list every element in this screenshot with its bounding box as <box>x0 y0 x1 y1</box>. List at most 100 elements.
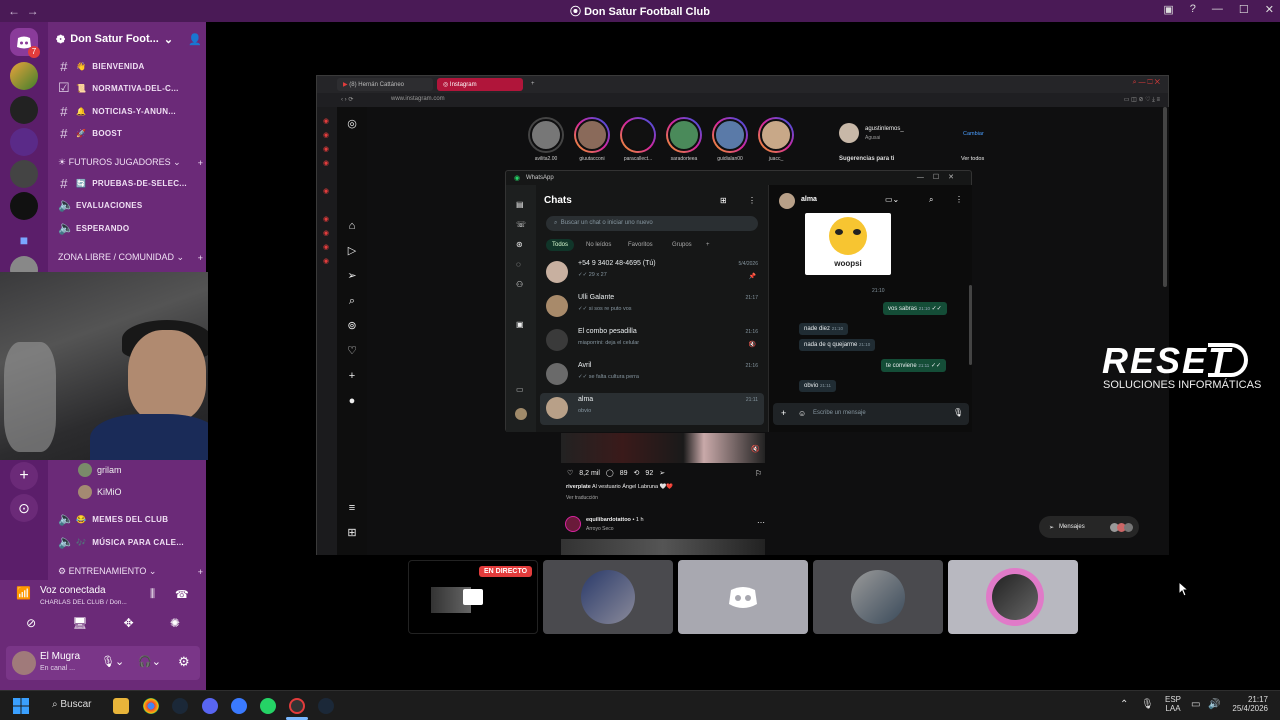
chat-item-active[interactable]: alma obvio 21:11 <box>540 393 764 425</box>
settings-icon[interactable]: ⚙ <box>178 654 190 670</box>
story[interactable]: saradorteea <box>665 117 703 162</box>
more-icon[interactable]: ⊞ <box>346 527 358 539</box>
participant-tile[interactable] <box>678 560 808 634</box>
app-icon[interactable] <box>231 698 247 714</box>
filter-favorites[interactable]: Favoritos <box>622 239 659 251</box>
avatar[interactable] <box>839 123 859 143</box>
participant-tile-stream[interactable]: EN DIRECTO <box>408 560 538 634</box>
help-icon[interactable]: ? <box>1190 3 1196 16</box>
filter-all[interactable]: Todos <box>546 239 575 251</box>
whatsapp-nav-icons[interactable]: ▤ ☏ ⊛ ◌ ⚇ ▣ <box>516 195 526 335</box>
chrome-icon[interactable] <box>143 698 159 714</box>
story[interactable]: paracallect... <box>619 117 657 162</box>
language-indicator[interactable]: ESP LAA <box>1165 695 1181 713</box>
whatsapp-icon[interactable] <box>260 698 276 714</box>
headphones-icon[interactable]: 🎧⌄ <box>138 655 161 668</box>
chat-item[interactable]: +54 9 3402 48-4695 (Tú) ✓✓ 29 x 27 5/4/202… <box>540 257 764 289</box>
instagram-logo-icon[interactable]: ◎ <box>346 118 358 130</box>
server-icon[interactable] <box>10 96 38 124</box>
close-button[interactable]: ✕ <box>1265 3 1274 16</box>
voice-user[interactable]: grilam <box>78 463 122 477</box>
channel-noticias[interactable]: # 🔔 NOTICIAS-Y-ANUN... <box>58 103 203 119</box>
chat-item[interactable]: Ulli Galante ✓✓ si sos re puto vos 21:17 <box>540 291 764 323</box>
mic-icon[interactable]: 🎙⌄ <box>101 655 124 668</box>
menu-icon[interactable]: ⋮ <box>955 195 963 204</box>
minimize-button[interactable]: — <box>1212 3 1223 16</box>
add-filter-icon[interactable]: + <box>700 239 716 251</box>
post-author[interactable]: equilibardotattoo • 1 h <box>586 517 644 523</box>
folder-icon[interactable]: ■ <box>10 226 38 254</box>
windows-start-icon[interactable] <box>13 698 29 714</box>
mic-icon[interactable]: 🎙 <box>953 408 963 417</box>
screen-share-icon[interactable]: 🖥 <box>72 616 87 638</box>
opera-sidebar-icons[interactable]: ◉ ◉ ◉ ◉ ◉ ◉ ◉ ◉ ◉ <box>323 115 329 269</box>
channel-normativa[interactable]: ☑ 📜 NORMATIVA-DEL-C... <box>58 80 203 96</box>
add-member-icon[interactable]: 👤 <box>188 33 202 46</box>
category-zona-libre[interactable]: ZONA LIBRE / COMUNIDAD ⌄ + <box>58 252 203 263</box>
explore-icon[interactable]: ⊚ <box>346 320 358 332</box>
tab-youtube[interactable]: ▶ (8) Hernán Cattáneo <box>337 78 433 91</box>
network-icon[interactable]: ▭ <box>1191 699 1200 710</box>
opera-icon[interactable] <box>289 698 305 714</box>
scrollbar[interactable] <box>969 285 972 365</box>
server-icon[interactable] <box>10 160 38 188</box>
filter-unread[interactable]: No leídos <box>580 239 617 251</box>
server-icon[interactable] <box>10 128 38 156</box>
file-explorer-icon[interactable] <box>113 698 129 714</box>
add-server-icon[interactable]: + <box>10 462 38 490</box>
comment-icon[interactable]: ◯ <box>606 469 614 477</box>
new-tab-button[interactable]: + <box>525 78 537 91</box>
reels-icon[interactable]: ▷ <box>346 245 358 257</box>
category-futuros-jugadores[interactable]: ☀ FUTUROS JUGADORES ⌄ + <box>58 157 203 168</box>
send-icon[interactable]: ➢ <box>346 270 358 282</box>
browser-toolbar-icons[interactable]: ▭ ◫ ⊘ ♡ ⤓ ≡ <box>1124 96 1160 104</box>
messages-button[interactable]: ➢ Mensajes <box>1039 516 1139 538</box>
repost-icon[interactable]: ⟲ <box>634 469 640 477</box>
participant-tile[interactable] <box>813 560 943 634</box>
disconnect-icon[interactable]: ☎ <box>175 588 189 601</box>
message-input[interactable]: Escribe un mensaje <box>813 410 866 416</box>
story[interactable]: juacc_ <box>757 117 795 162</box>
menu-icon[interactable]: ⋮ <box>748 196 756 205</box>
avatar[interactable] <box>515 408 527 420</box>
steam-icon[interactable] <box>172 698 188 714</box>
new-chat-icon[interactable]: ⊞ <box>720 196 727 205</box>
profile-username[interactable]: agustinlemos_ <box>865 126 904 132</box>
channel-evaluaciones[interactable]: 🔈 EVALUACIONES <box>58 197 203 213</box>
server-header[interactable]: ❁ Don Satur Foot... ⌄ 👤 <box>56 30 202 48</box>
voice-user[interactable]: KiMiO <box>78 485 122 499</box>
taskbar-search[interactable]: ⌕ Buscar <box>52 699 92 710</box>
home-icon[interactable]: ⌂ <box>346 220 358 232</box>
search-icon[interactable]: ⌕ <box>929 195 933 205</box>
heart-icon[interactable]: ♡ <box>346 345 358 357</box>
chat-item[interactable]: Avril ✓✓ se falta cultura perra 21:16 <box>540 359 764 391</box>
share-icon[interactable]: ➢ <box>659 469 665 477</box>
scrollbar[interactable] <box>1163 107 1167 287</box>
participant-tile[interactable] <box>543 560 673 634</box>
discord-icon[interactable] <box>202 698 218 714</box>
tab-instagram[interactable]: ◎ Instagram <box>437 78 523 91</box>
mic-icon[interactable]: 🎙 <box>1141 699 1154 710</box>
maximize-button[interactable]: ☐ <box>1239 3 1249 16</box>
see-all-link[interactable]: Ver todos <box>961 156 984 162</box>
search-input[interactable]: ⌕ Buscar un chat o iniciar uno nuevo <box>546 216 758 231</box>
story[interactable]: guidialan00 <box>711 117 749 162</box>
like-icon[interactable]: ♡ <box>567 469 573 477</box>
post-media[interactable] <box>561 433 765 463</box>
contact-name[interactable]: alma <box>801 196 817 203</box>
sticker-image[interactable]: woopsi <box>805 213 891 275</box>
chat-item[interactable]: El combo pesadilla miaporrini: deja el ce… <box>540 325 764 357</box>
camera-off-icon[interactable]: ⊘ <box>26 616 36 638</box>
voice-channel[interactable]: CHARLAS DEL CLUB / Don... <box>40 599 127 606</box>
story[interactable]: giuutacconi <box>573 117 611 162</box>
discover-icon[interactable]: ⊙ <box>10 494 38 522</box>
avatar[interactable] <box>779 193 795 209</box>
participant-tile[interactable] <box>948 560 1078 634</box>
see-translation-link[interactable]: Ver traducción <box>566 495 598 501</box>
channel-musica[interactable]: 🔈 🎶 MÚSICA PARA CALE... <box>58 534 203 550</box>
mute-icon[interactable]: 🔇 <box>751 445 760 453</box>
steam-icon[interactable] <box>318 698 334 714</box>
video-call-icon[interactable]: ▭⌄ <box>885 195 899 204</box>
avatar[interactable] <box>12 651 36 675</box>
server-icon[interactable] <box>10 192 38 220</box>
